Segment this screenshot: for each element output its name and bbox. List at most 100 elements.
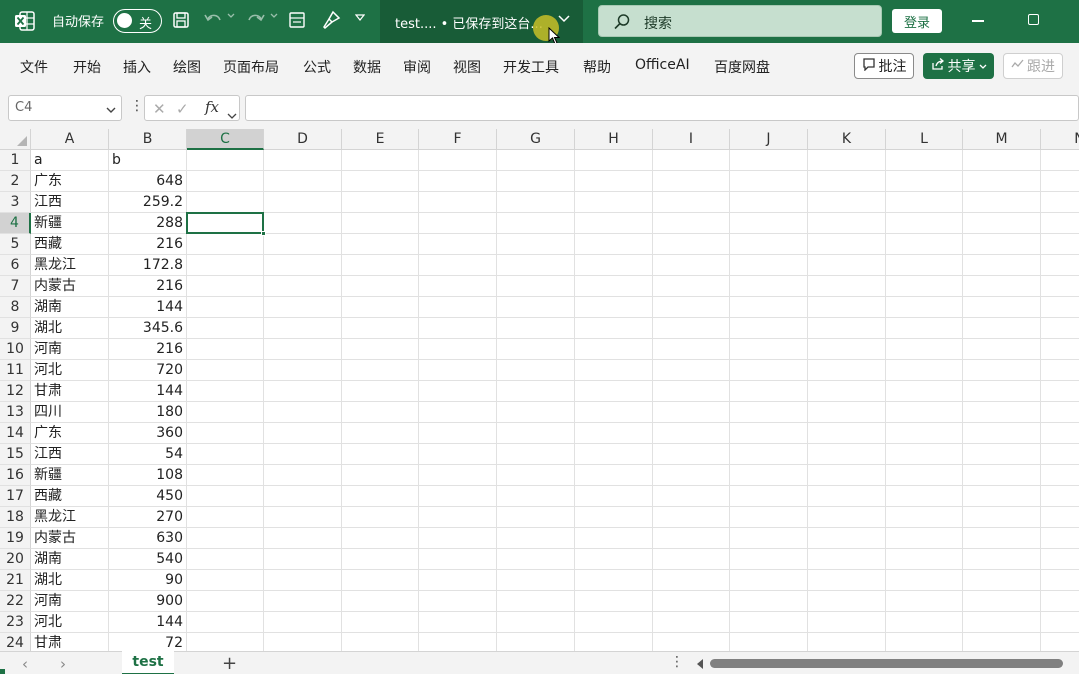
- cell-j20[interactable]: [730, 549, 808, 570]
- cell-b2[interactable]: 648: [109, 171, 187, 192]
- cell-d17[interactable]: [264, 486, 342, 507]
- column-header-g[interactable]: G: [497, 129, 575, 150]
- cell-m1[interactable]: [963, 150, 1041, 171]
- cell-a23[interactable]: 河北: [31, 612, 109, 633]
- cell-h1[interactable]: [575, 150, 653, 171]
- cell-l8[interactable]: [886, 297, 963, 318]
- cell-h21[interactable]: [575, 570, 653, 591]
- cell-k9[interactable]: [808, 318, 886, 339]
- cell-m15[interactable]: [963, 444, 1041, 465]
- cell-g19[interactable]: [497, 528, 575, 549]
- cell-a22[interactable]: 河南: [31, 591, 109, 612]
- cell-c21[interactable]: [187, 570, 264, 591]
- cell-f4[interactable]: [419, 213, 497, 234]
- cell-i2[interactable]: [653, 171, 730, 192]
- cell-b15[interactable]: 54: [109, 444, 187, 465]
- cell-d8[interactable]: [264, 297, 342, 318]
- cell-c6[interactable]: [187, 255, 264, 276]
- cell-i4[interactable]: [653, 213, 730, 234]
- cell-i3[interactable]: [653, 192, 730, 213]
- cell-m5[interactable]: [963, 234, 1041, 255]
- cell-f12[interactable]: [419, 381, 497, 402]
- horizontal-scrollbar[interactable]: [710, 659, 1063, 668]
- cell-k13[interactable]: [808, 402, 886, 423]
- row-header-22[interactable]: 22: [0, 591, 31, 612]
- tab-officeai[interactable]: OfficeAI: [635, 57, 690, 73]
- cell-e3[interactable]: [342, 192, 419, 213]
- cell-l22[interactable]: [886, 591, 963, 612]
- cell-h20[interactable]: [575, 549, 653, 570]
- enter-icon[interactable]: ✓: [176, 100, 189, 118]
- cell-c19[interactable]: [187, 528, 264, 549]
- chevron-down-icon[interactable]: [558, 15, 570, 23]
- cell-k15[interactable]: [808, 444, 886, 465]
- more-sheets-icon[interactable]: ⋮: [670, 654, 684, 670]
- cell-c8[interactable]: [187, 297, 264, 318]
- cell-g4[interactable]: [497, 213, 575, 234]
- cell-n21[interactable]: [1041, 570, 1079, 591]
- cell-n23[interactable]: [1041, 612, 1079, 633]
- cell-k7[interactable]: [808, 276, 886, 297]
- autosave-toggle[interactable]: 关: [113, 9, 162, 33]
- cell-a15[interactable]: 江西: [31, 444, 109, 465]
- cell-e5[interactable]: [342, 234, 419, 255]
- cell-j21[interactable]: [730, 570, 808, 591]
- cell-b8[interactable]: 144: [109, 297, 187, 318]
- cell-d3[interactable]: [264, 192, 342, 213]
- cell-k10[interactable]: [808, 339, 886, 360]
- more-options-icon[interactable]: ⋮: [130, 98, 144, 114]
- cell-m17[interactable]: [963, 486, 1041, 507]
- cell-a17[interactable]: 西藏: [31, 486, 109, 507]
- cell-b1[interactable]: b: [109, 150, 187, 171]
- cell-j11[interactable]: [730, 360, 808, 381]
- cell-m10[interactable]: [963, 339, 1041, 360]
- cell-a1[interactable]: a: [31, 150, 109, 171]
- cell-f20[interactable]: [419, 549, 497, 570]
- cell-k6[interactable]: [808, 255, 886, 276]
- cell-h18[interactable]: [575, 507, 653, 528]
- cell-l12[interactable]: [886, 381, 963, 402]
- cell-l9[interactable]: [886, 318, 963, 339]
- column-header-k[interactable]: K: [808, 129, 886, 150]
- comment-button[interactable]: 批注: [854, 53, 914, 79]
- cell-b13[interactable]: 180: [109, 402, 187, 423]
- tab-draw[interactable]: 绘图: [173, 57, 201, 77]
- cell-g14[interactable]: [497, 423, 575, 444]
- cell-k12[interactable]: [808, 381, 886, 402]
- cell-d4[interactable]: [264, 213, 342, 234]
- tab-baidu-netdisk[interactable]: 百度网盘: [714, 57, 770, 77]
- cell-e21[interactable]: [342, 570, 419, 591]
- cell-n6[interactable]: [1041, 255, 1079, 276]
- redo-dropdown-icon[interactable]: [270, 13, 278, 19]
- cell-a3[interactable]: 江西: [31, 192, 109, 213]
- cell-g1[interactable]: [497, 150, 575, 171]
- cell-m16[interactable]: [963, 465, 1041, 486]
- cell-g11[interactable]: [497, 360, 575, 381]
- row-header-21[interactable]: 21: [0, 570, 31, 591]
- cell-e10[interactable]: [342, 339, 419, 360]
- customize-toolbar-icon[interactable]: [355, 14, 365, 22]
- cell-n17[interactable]: [1041, 486, 1079, 507]
- tab-formulas[interactable]: 公式: [303, 57, 331, 77]
- cell-i21[interactable]: [653, 570, 730, 591]
- cell-m21[interactable]: [963, 570, 1041, 591]
- cell-a6[interactable]: 黑龙江: [31, 255, 109, 276]
- cell-e15[interactable]: [342, 444, 419, 465]
- cell-a16[interactable]: 新疆: [31, 465, 109, 486]
- cell-l21[interactable]: [886, 570, 963, 591]
- cell-a8[interactable]: 湖南: [31, 297, 109, 318]
- cell-e2[interactable]: [342, 171, 419, 192]
- cell-i11[interactable]: [653, 360, 730, 381]
- cell-g6[interactable]: [497, 255, 575, 276]
- cell-m13[interactable]: [963, 402, 1041, 423]
- cell-b19[interactable]: 630: [109, 528, 187, 549]
- cell-e11[interactable]: [342, 360, 419, 381]
- cell-i7[interactable]: [653, 276, 730, 297]
- cell-a9[interactable]: 湖北: [31, 318, 109, 339]
- cell-m7[interactable]: [963, 276, 1041, 297]
- cell-m2[interactable]: [963, 171, 1041, 192]
- cell-d20[interactable]: [264, 549, 342, 570]
- cell-c3[interactable]: [187, 192, 264, 213]
- column-header-e[interactable]: E: [342, 129, 419, 150]
- cell-d24[interactable]: [264, 633, 342, 651]
